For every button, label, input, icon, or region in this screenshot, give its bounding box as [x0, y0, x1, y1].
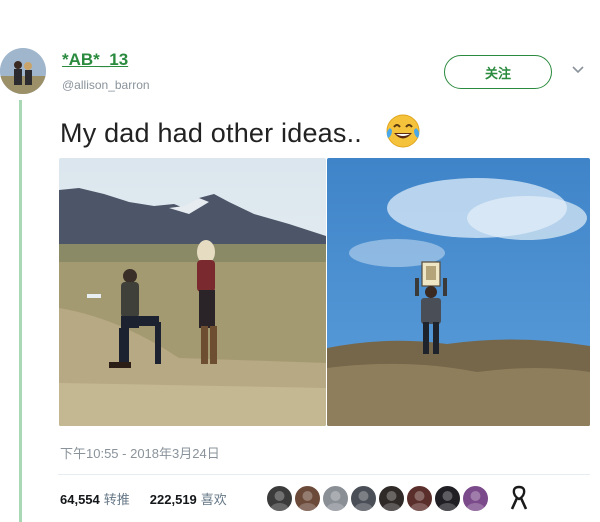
- engagement-stats: 64,554 转推 222,519 喜欢: [60, 489, 227, 508]
- retweets-count[interactable]: 64,554: [60, 492, 100, 507]
- follow-button[interactable]: 关注: [444, 55, 552, 89]
- proposal-photo[interactable]: [59, 158, 326, 426]
- user-handle[interactable]: @allison_barron: [62, 78, 150, 92]
- avatar[interactable]: [0, 48, 46, 94]
- liker-avatar-2[interactable]: [293, 484, 322, 513]
- liker-avatar-4[interactable]: [349, 484, 378, 513]
- liker-avatar-3[interactable]: [321, 484, 350, 513]
- thread-line: [19, 100, 22, 522]
- retweets-label[interactable]: 转推: [104, 489, 130, 508]
- liker-avatar-5[interactable]: [377, 484, 406, 513]
- divider: [58, 474, 590, 475]
- sign-photo[interactable]: [327, 158, 590, 426]
- liker-avatar-8[interactable]: [461, 484, 490, 513]
- likes-count[interactable]: 222,519: [150, 492, 197, 507]
- ribbon-icon[interactable]: [510, 485, 528, 511]
- liker-avatar-7[interactable]: [433, 484, 462, 513]
- timestamp[interactable]: 下午10:55 - 2018年3月24日: [60, 443, 220, 462]
- chevron-down-icon[interactable]: [571, 63, 585, 77]
- tweet-text: My dad had other ideas..: [60, 118, 362, 148]
- follow-button-label: 关注: [484, 65, 511, 81]
- liker-avatar-6[interactable]: [405, 484, 434, 513]
- face-with-tears-of-joy-icon: [384, 112, 422, 150]
- likes-label[interactable]: 喜欢: [201, 489, 227, 508]
- liker-avatars: [265, 484, 490, 513]
- display-name[interactable]: *AB*_13: [62, 50, 128, 70]
- liker-avatar-1[interactable]: [265, 484, 294, 513]
